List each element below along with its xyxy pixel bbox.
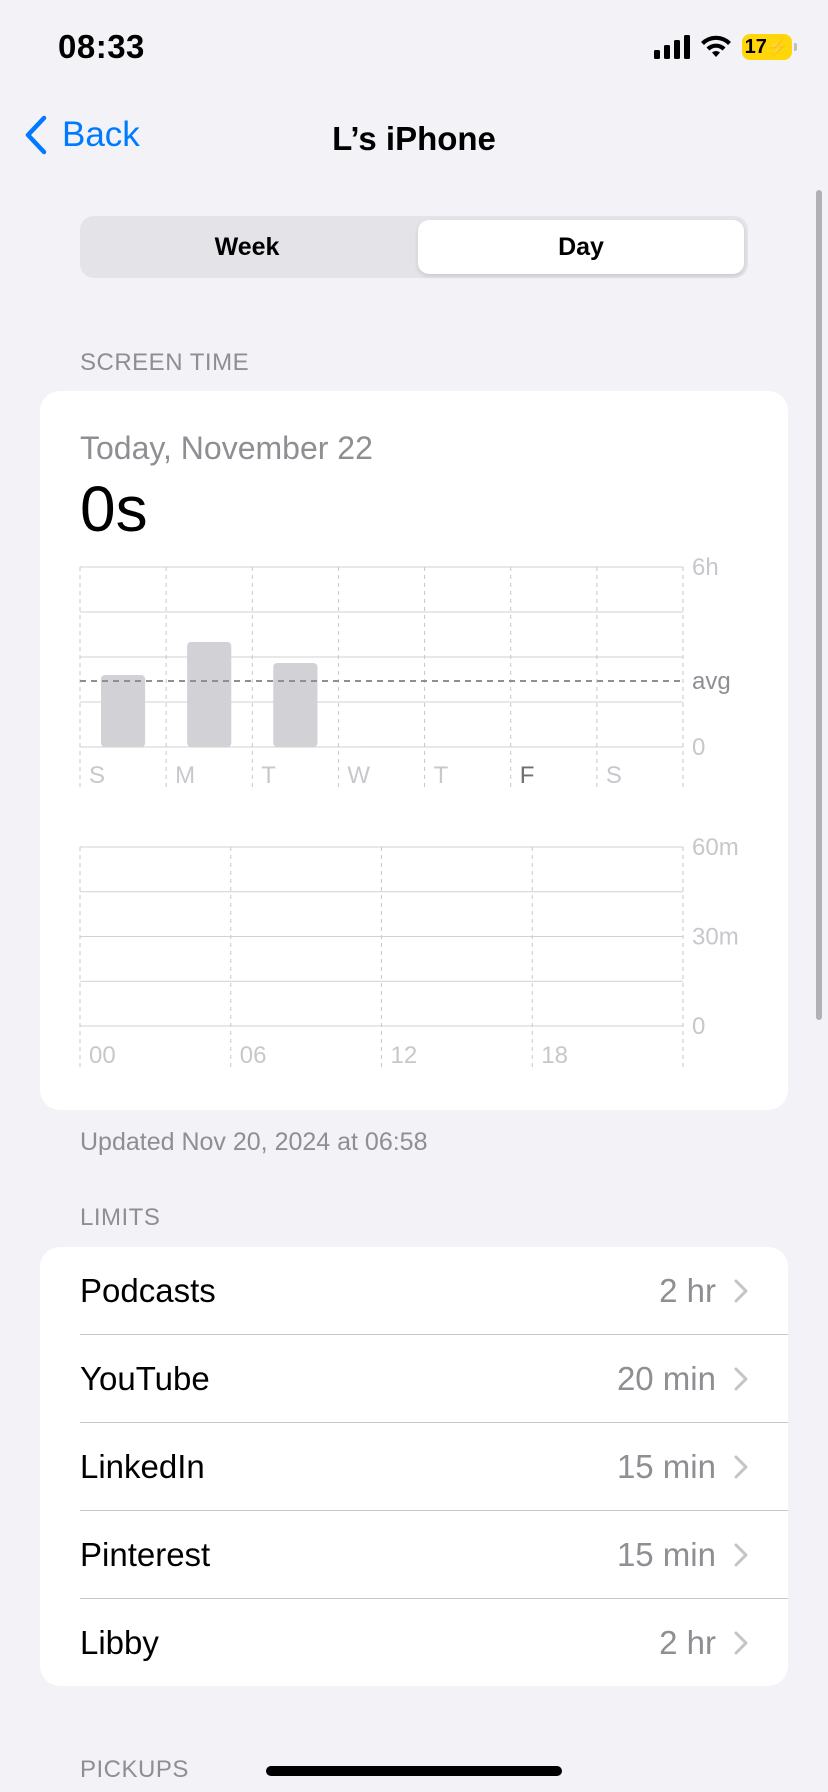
limit-app-name: Pinterest — [80, 1536, 211, 1573]
tick-label: F — [520, 762, 535, 789]
limit-row[interactable]: Pinterest 15 min — [40, 1511, 788, 1599]
tick-label: 18 — [541, 1042, 568, 1069]
limit-value: 2 hr — [659, 1624, 716, 1661]
pickups-header: PICKUPS — [80, 1756, 189, 1783]
chevron-right-icon — [734, 1279, 748, 1303]
screen-time-charts: S M T W T F S 6h avg 0 00 06 12 18 60m 30m 0 — [79, 554, 739, 1069]
chevron-right-icon — [734, 1367, 748, 1391]
tick-label: M — [175, 762, 195, 789]
limit-value: 20 min — [616, 1360, 716, 1397]
tick-label: S — [89, 762, 105, 789]
limit-value: 15 min — [616, 1448, 716, 1485]
limits-header: LIMITS — [80, 1204, 161, 1231]
chart-bar — [359, 746, 404, 747]
chart-bar — [187, 642, 232, 747]
tick-label: 60m — [692, 834, 739, 861]
chevron-right-icon — [734, 1631, 748, 1655]
weekly-usage-chart: S M T W T F S 6h avg 0 — [79, 554, 731, 789]
tick-label: 30m — [692, 924, 739, 951]
limit-row[interactable]: LinkedIn 15 min — [40, 1423, 788, 1511]
chart-bar — [101, 675, 146, 747]
chevron-right-icon — [734, 1455, 748, 1479]
tick-label: 06 — [240, 1042, 267, 1069]
tick-label: T — [434, 762, 449, 789]
limit-app-name: Libby — [80, 1624, 159, 1661]
tick-label: T — [261, 762, 276, 789]
tick-label: S — [606, 762, 622, 789]
chevron-right-icon — [734, 1543, 748, 1567]
chart-bar — [273, 663, 318, 747]
limit-row[interactable]: YouTube 20 min — [40, 1335, 788, 1423]
updated-timestamp: Updated Nov 20, 2024 at 06:58 — [80, 1128, 428, 1156]
tick-label: 12 — [391, 1042, 418, 1069]
limit-value: 15 min — [616, 1536, 716, 1573]
tick-label: 6h — [692, 554, 719, 581]
limit-app-name: LinkedIn — [80, 1448, 205, 1485]
limit-app-name: Podcasts — [80, 1272, 216, 1309]
tick-label: 0 — [692, 734, 705, 761]
tick-label: 00 — [89, 1042, 116, 1069]
tick-label: W — [347, 762, 370, 789]
limit-row[interactable]: Libby 2 hr — [40, 1599, 788, 1687]
hourly-usage-chart: 00 06 12 18 60m 30m 0 — [79, 834, 739, 1069]
tick-label: avg — [692, 668, 731, 695]
home-indicator[interactable] — [266, 1766, 562, 1776]
limit-row[interactable]: Podcasts 2 hr — [40, 1247, 788, 1335]
tick-label: 0 — [692, 1013, 705, 1040]
limit-value: 2 hr — [659, 1272, 716, 1309]
limit-app-name: YouTube — [80, 1360, 210, 1397]
